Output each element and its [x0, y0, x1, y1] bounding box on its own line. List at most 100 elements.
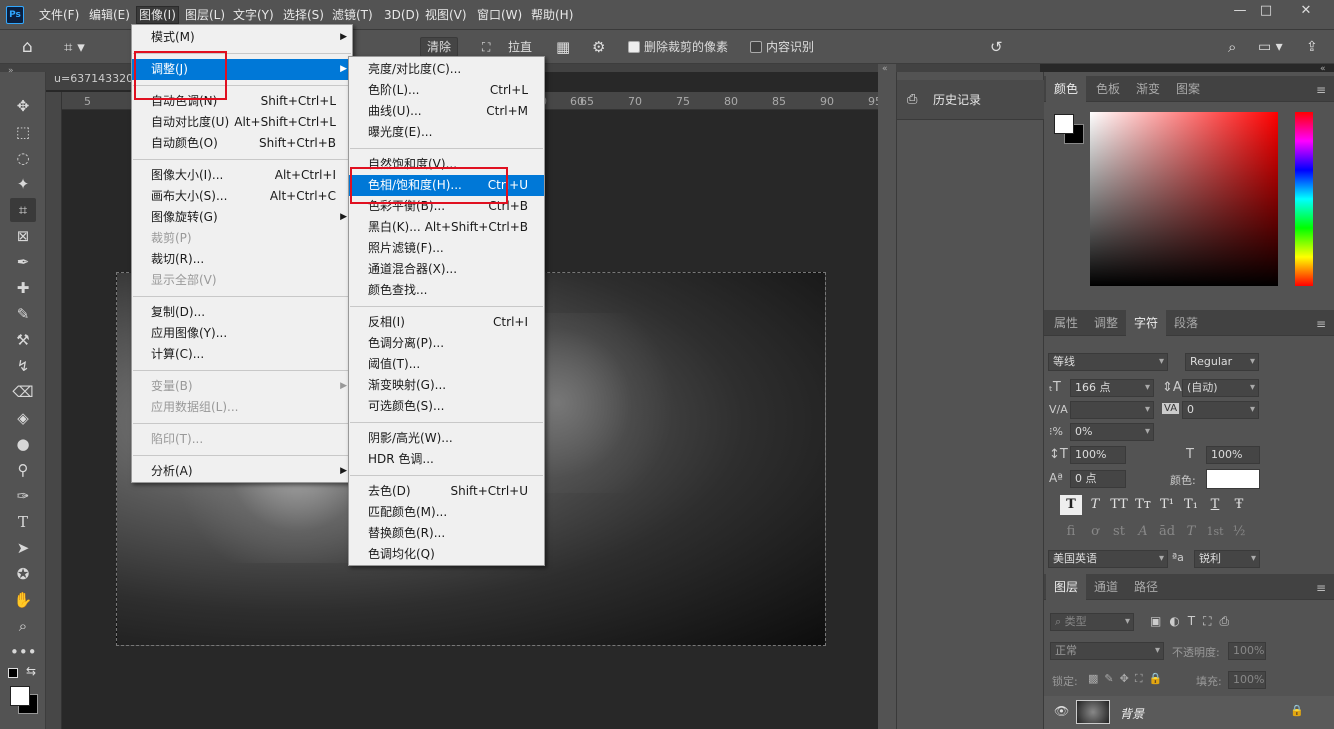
small-caps-button[interactable]: Tт: [1132, 495, 1154, 515]
menu-item[interactable]: 色调均化(Q): [349, 544, 544, 565]
history-panel-header[interactable]: ⎙ 历史记录: [897, 80, 1045, 120]
menu-item[interactable]: 通道混合器(X)...: [349, 259, 544, 280]
tracking-field[interactable]: 0 ▾: [1182, 401, 1259, 419]
lock-icons[interactable]: ▩✎✥⛶🔒: [1088, 672, 1168, 686]
menu-item[interactable]: 色阶(L)... Ctrl+L: [349, 80, 544, 101]
menu-item[interactable]: 色调分离(P)...: [349, 333, 544, 354]
search-icon[interactable]: ⌕: [1228, 36, 1236, 58]
blend-mode-select[interactable]: 正常 ▾: [1050, 642, 1164, 660]
faux-bold-button[interactable]: T: [1060, 495, 1082, 515]
eyedropper-icon[interactable]: ✒: [10, 250, 36, 274]
menu-item[interactable]: 应用图像(Y)...: [132, 323, 352, 344]
menu-item[interactable]: 阴影/高光(W)...: [349, 428, 544, 449]
content-aware-checkbox[interactable]: 内容识别: [750, 36, 814, 58]
menu-view[interactable]: 视图(V): [423, 6, 469, 24]
menu-help[interactable]: 帮助(H): [529, 6, 575, 24]
menu-item[interactable]: 画布大小(S)... Alt+Ctrl+C: [132, 186, 352, 207]
menu-item[interactable]: 曲线(U)... Ctrl+M: [349, 101, 544, 122]
type-tool-icon[interactable]: T: [10, 510, 36, 534]
grid-overlay-icon[interactable]: ▦: [556, 36, 570, 58]
text-color-swatch[interactable]: [1206, 469, 1260, 489]
discretionary-ligatures-button[interactable]: st: [1108, 522, 1130, 542]
delete-cropped-checkbox[interactable]: 删除裁剪的像素: [628, 36, 728, 58]
collapse-icon[interactable]: »: [8, 66, 14, 76]
menu-item[interactable]: HDR 色调...: [349, 449, 544, 470]
menu-item[interactable]: 分析(A) ▶: [132, 461, 352, 482]
menu-item[interactable]: 图像旋转(G) ▶: [132, 207, 352, 228]
tsume-field[interactable]: 0% ▾: [1070, 423, 1154, 441]
gear-icon[interactable]: ⚙: [592, 36, 605, 58]
horizontal-scale-field[interactable]: 100%: [1206, 446, 1260, 464]
strikethrough-button[interactable]: Ŧ: [1228, 495, 1250, 515]
panel-menu-icon[interactable]: ≡: [1316, 317, 1326, 331]
font-family-select[interactable]: 等线 ▾: [1048, 353, 1168, 371]
menu-window[interactable]: 窗口(W): [475, 6, 524, 24]
menu-item[interactable]: 反相(I) Ctrl+I: [349, 312, 544, 333]
workspace-icon[interactable]: ▭ ▾: [1258, 36, 1283, 58]
font-size-field[interactable]: 166 点 ▾: [1070, 379, 1154, 397]
collapse-icon[interactable]: «: [1320, 64, 1326, 74]
anti-alias-select[interactable]: 锐利 ▾: [1194, 550, 1260, 568]
menu-item[interactable]: 计算(C)...: [132, 344, 352, 365]
zoom-tool-icon[interactable]: ⌕: [10, 614, 36, 638]
menu-item[interactable]: 照片滤镜(F)...: [349, 238, 544, 259]
crop-tool-icon[interactable]: ⌗: [10, 198, 36, 222]
paint-bucket-icon[interactable]: ◈: [10, 406, 36, 430]
eraser-icon[interactable]: ⌫: [10, 380, 36, 404]
ligatures-button[interactable]: fi: [1060, 522, 1082, 542]
layer-filter-select[interactable]: ⌕ 类型 ▾: [1050, 613, 1134, 631]
menu-item[interactable]: 匹配颜色(M)...: [349, 502, 544, 523]
tab-swatches[interactable]: 色板: [1088, 76, 1128, 102]
menu-filter[interactable]: 滤镜(T): [330, 6, 375, 24]
menu-3d[interactable]: 3D(D): [382, 6, 421, 24]
hue-slider[interactable]: [1295, 112, 1313, 286]
menu-item[interactable]: 黑白(K)... Alt+Shift+Ctrl+B: [349, 217, 544, 238]
home-icon[interactable]: ⌂: [22, 36, 33, 58]
swap-colors-icon[interactable]: ⇆: [26, 664, 36, 678]
menu-item[interactable]: 亮度/对比度(C)...: [349, 59, 544, 80]
menu-item[interactable]: 模式(M) ▶: [132, 27, 352, 48]
tab-gradients[interactable]: 渐变: [1128, 76, 1168, 102]
color-picker-field[interactable]: [1090, 112, 1278, 286]
reset-icon[interactable]: ↺: [990, 36, 1003, 58]
tab-paths[interactable]: 路径: [1126, 574, 1166, 600]
menu-item[interactable]: 曝光度(E)...: [349, 122, 544, 143]
fill-field[interactable]: 100%: [1228, 671, 1266, 689]
font-style-select[interactable]: Regular ▾: [1185, 353, 1259, 371]
menu-layer[interactable]: 图层(L): [183, 6, 227, 24]
menu-item[interactable]: 可选颜色(S)...: [349, 396, 544, 417]
history-brush-icon[interactable]: ↯: [10, 354, 36, 378]
menu-item[interactable]: 去色(D) Shift+Ctrl+U: [349, 481, 544, 502]
tab-character[interactable]: 字符: [1126, 310, 1167, 336]
clone-stamp-icon[interactable]: ⚒: [10, 328, 36, 352]
faux-italic-button[interactable]: T: [1084, 495, 1106, 515]
layer-name[interactable]: 背景: [1120, 705, 1144, 722]
menu-item[interactable]: 颜色查找...: [349, 280, 544, 301]
menu-item[interactable]: 阈值(T)...: [349, 354, 544, 375]
tab-patterns[interactable]: 图案: [1168, 76, 1208, 102]
minimize-button[interactable]: —: [1230, 3, 1250, 19]
blur-tool-icon[interactable]: ●: [10, 432, 36, 456]
menu-item[interactable]: 渐变映射(G)...: [349, 375, 544, 396]
share-icon[interactable]: ⇪: [1306, 36, 1318, 58]
hand-tool-icon[interactable]: ✋: [10, 588, 36, 612]
frame-tool-icon[interactable]: ⊠: [10, 224, 36, 248]
path-select-icon[interactable]: ➤: [10, 536, 36, 560]
magic-wand-icon[interactable]: ✦: [10, 172, 36, 196]
titling-alternates-button[interactable]: T: [1180, 522, 1202, 542]
panel-menu-icon[interactable]: ≡: [1316, 581, 1326, 595]
tab-paragraph[interactable]: 段落: [1166, 310, 1206, 336]
default-colors-icon[interactable]: [8, 668, 18, 678]
healing-brush-icon[interactable]: ✚: [10, 276, 36, 300]
menu-item[interactable]: 自动对比度(U) Alt+Shift+Ctrl+L: [132, 112, 352, 133]
vertical-scale-field[interactable]: 100%: [1070, 446, 1126, 464]
kerning-field[interactable]: ▾: [1070, 401, 1154, 419]
tab-color[interactable]: 颜色: [1046, 76, 1087, 102]
layer-filter-icons[interactable]: ▣◐T⛶⎙: [1150, 614, 1237, 629]
menu-edit[interactable]: 编辑(E): [87, 6, 132, 24]
menu-image[interactable]: 图像(I): [136, 6, 179, 24]
underline-button[interactable]: T: [1204, 495, 1226, 515]
language-select[interactable]: 美国英语 ▾: [1048, 550, 1168, 568]
foreground-color-swatch[interactable]: [1054, 114, 1074, 134]
foreground-color-swatch[interactable]: [10, 686, 30, 706]
